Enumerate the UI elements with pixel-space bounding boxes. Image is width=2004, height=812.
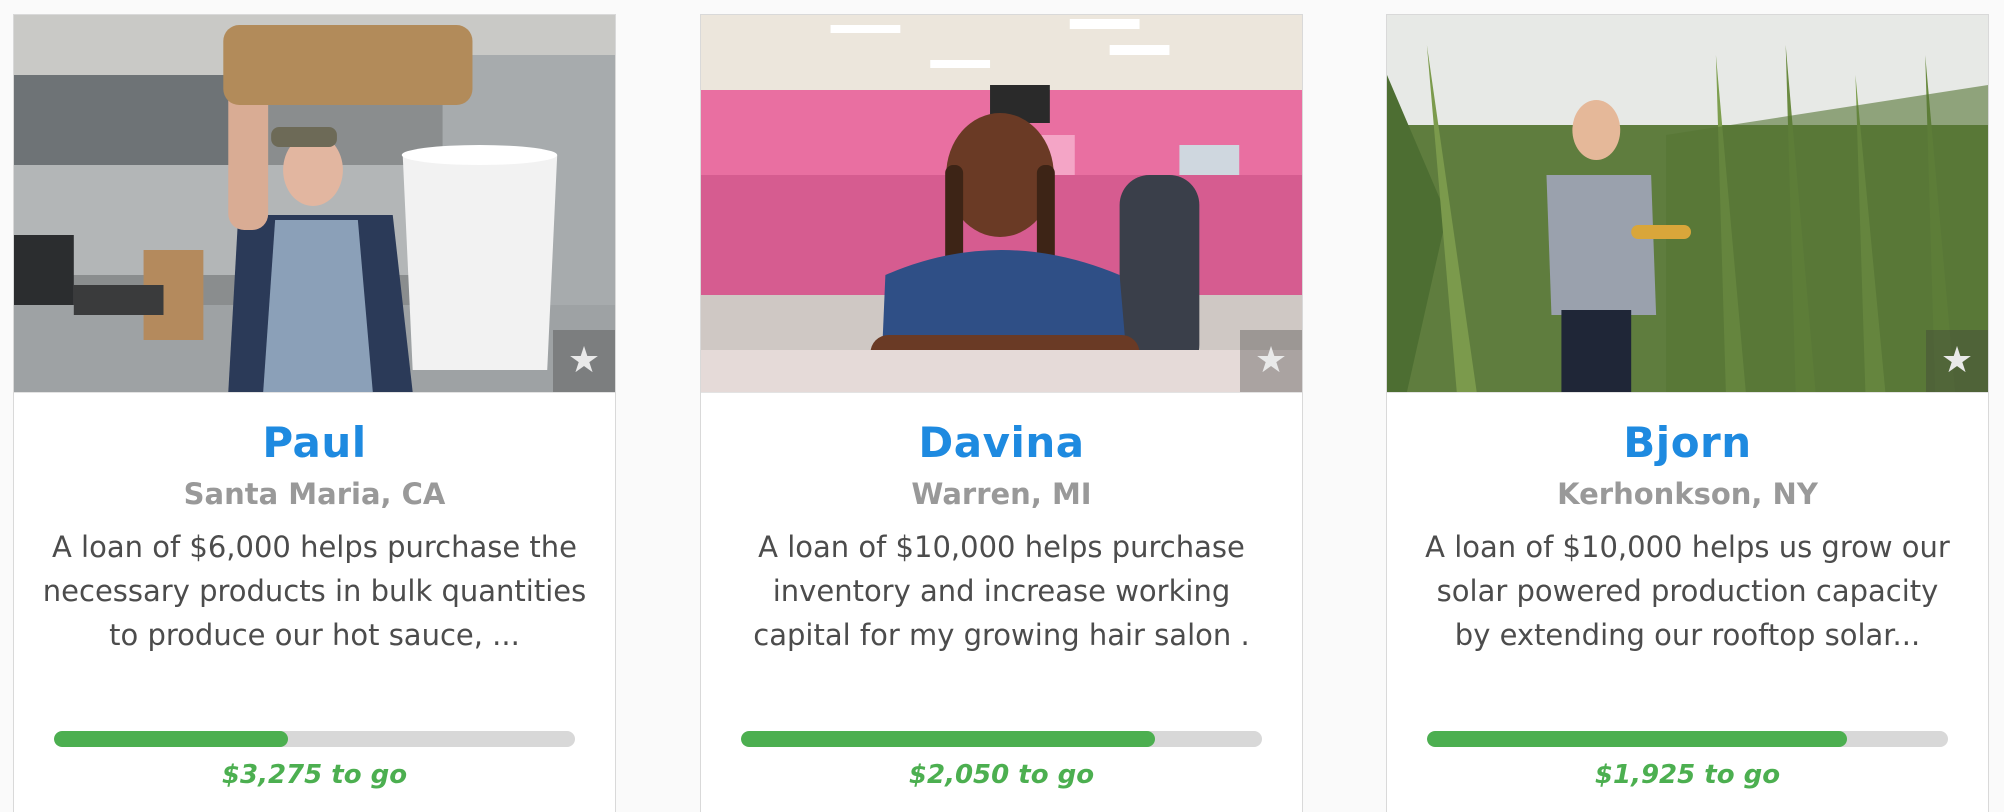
borrower-location: Kerhonkson, NY: [1557, 477, 1818, 511]
funding-progress-bar: [741, 731, 1262, 747]
borrower-photo[interactable]: ★: [701, 15, 1302, 393]
loan-card[interactable]: ★ Davina Warren, MI A loan of $10,000 he…: [700, 14, 1303, 812]
salon-photo-image: [701, 15, 1302, 392]
star-icon: ★: [1254, 340, 1288, 381]
borrower-photo[interactable]: ★: [14, 15, 615, 393]
favorite-button[interactable]: ★: [1240, 330, 1302, 392]
favorite-button[interactable]: ★: [1926, 330, 1988, 392]
star-icon: ★: [1940, 340, 1974, 381]
funding-progress-fill: [1427, 731, 1848, 747]
loan-description: A loan of $10,000 helps us grow our sola…: [1425, 530, 1950, 652]
funding-progress-bar: [54, 731, 575, 747]
borrower-photo[interactable]: ★: [1387, 15, 1988, 393]
borrower-name-link[interactable]: Bjorn: [1387, 418, 1988, 467]
kitchen-photo-image: [14, 15, 615, 392]
loan-description: A loan of $10,000 helps purchase invento…: [753, 530, 1250, 652]
amount-to-go: $3,275 to go: [221, 760, 408, 790]
loan-card[interactable]: ★ Bjorn Kerhonkson, NY A loan of $10,000…: [1386, 14, 1989, 812]
amount-to-go: $2,050 to go: [908, 760, 1095, 790]
funding-progress-fill: [54, 731, 289, 747]
funding-progress-fill: [741, 731, 1156, 747]
borrower-name-link[interactable]: Davina: [701, 418, 1302, 467]
loan-card[interactable]: ★ Paul Santa Maria, CA A loan of $6,000 …: [13, 14, 616, 812]
amount-to-go: $1,925 to go: [1594, 760, 1781, 790]
borrower-location: Santa Maria, CA: [183, 477, 446, 511]
loan-cards-grid: ★ Paul Santa Maria, CA A loan of $6,000 …: [0, 0, 2004, 812]
cornfield-photo-image: [1387, 15, 1988, 392]
favorite-button[interactable]: ★: [553, 330, 615, 392]
funding-progress-bar: [1427, 731, 1948, 747]
borrower-name-link[interactable]: Paul: [14, 418, 615, 467]
borrower-location: Warren, MI: [911, 477, 1092, 511]
star-icon: ★: [567, 340, 601, 381]
loan-description: A loan of $6,000 helps purchase the nece…: [42, 530, 587, 652]
